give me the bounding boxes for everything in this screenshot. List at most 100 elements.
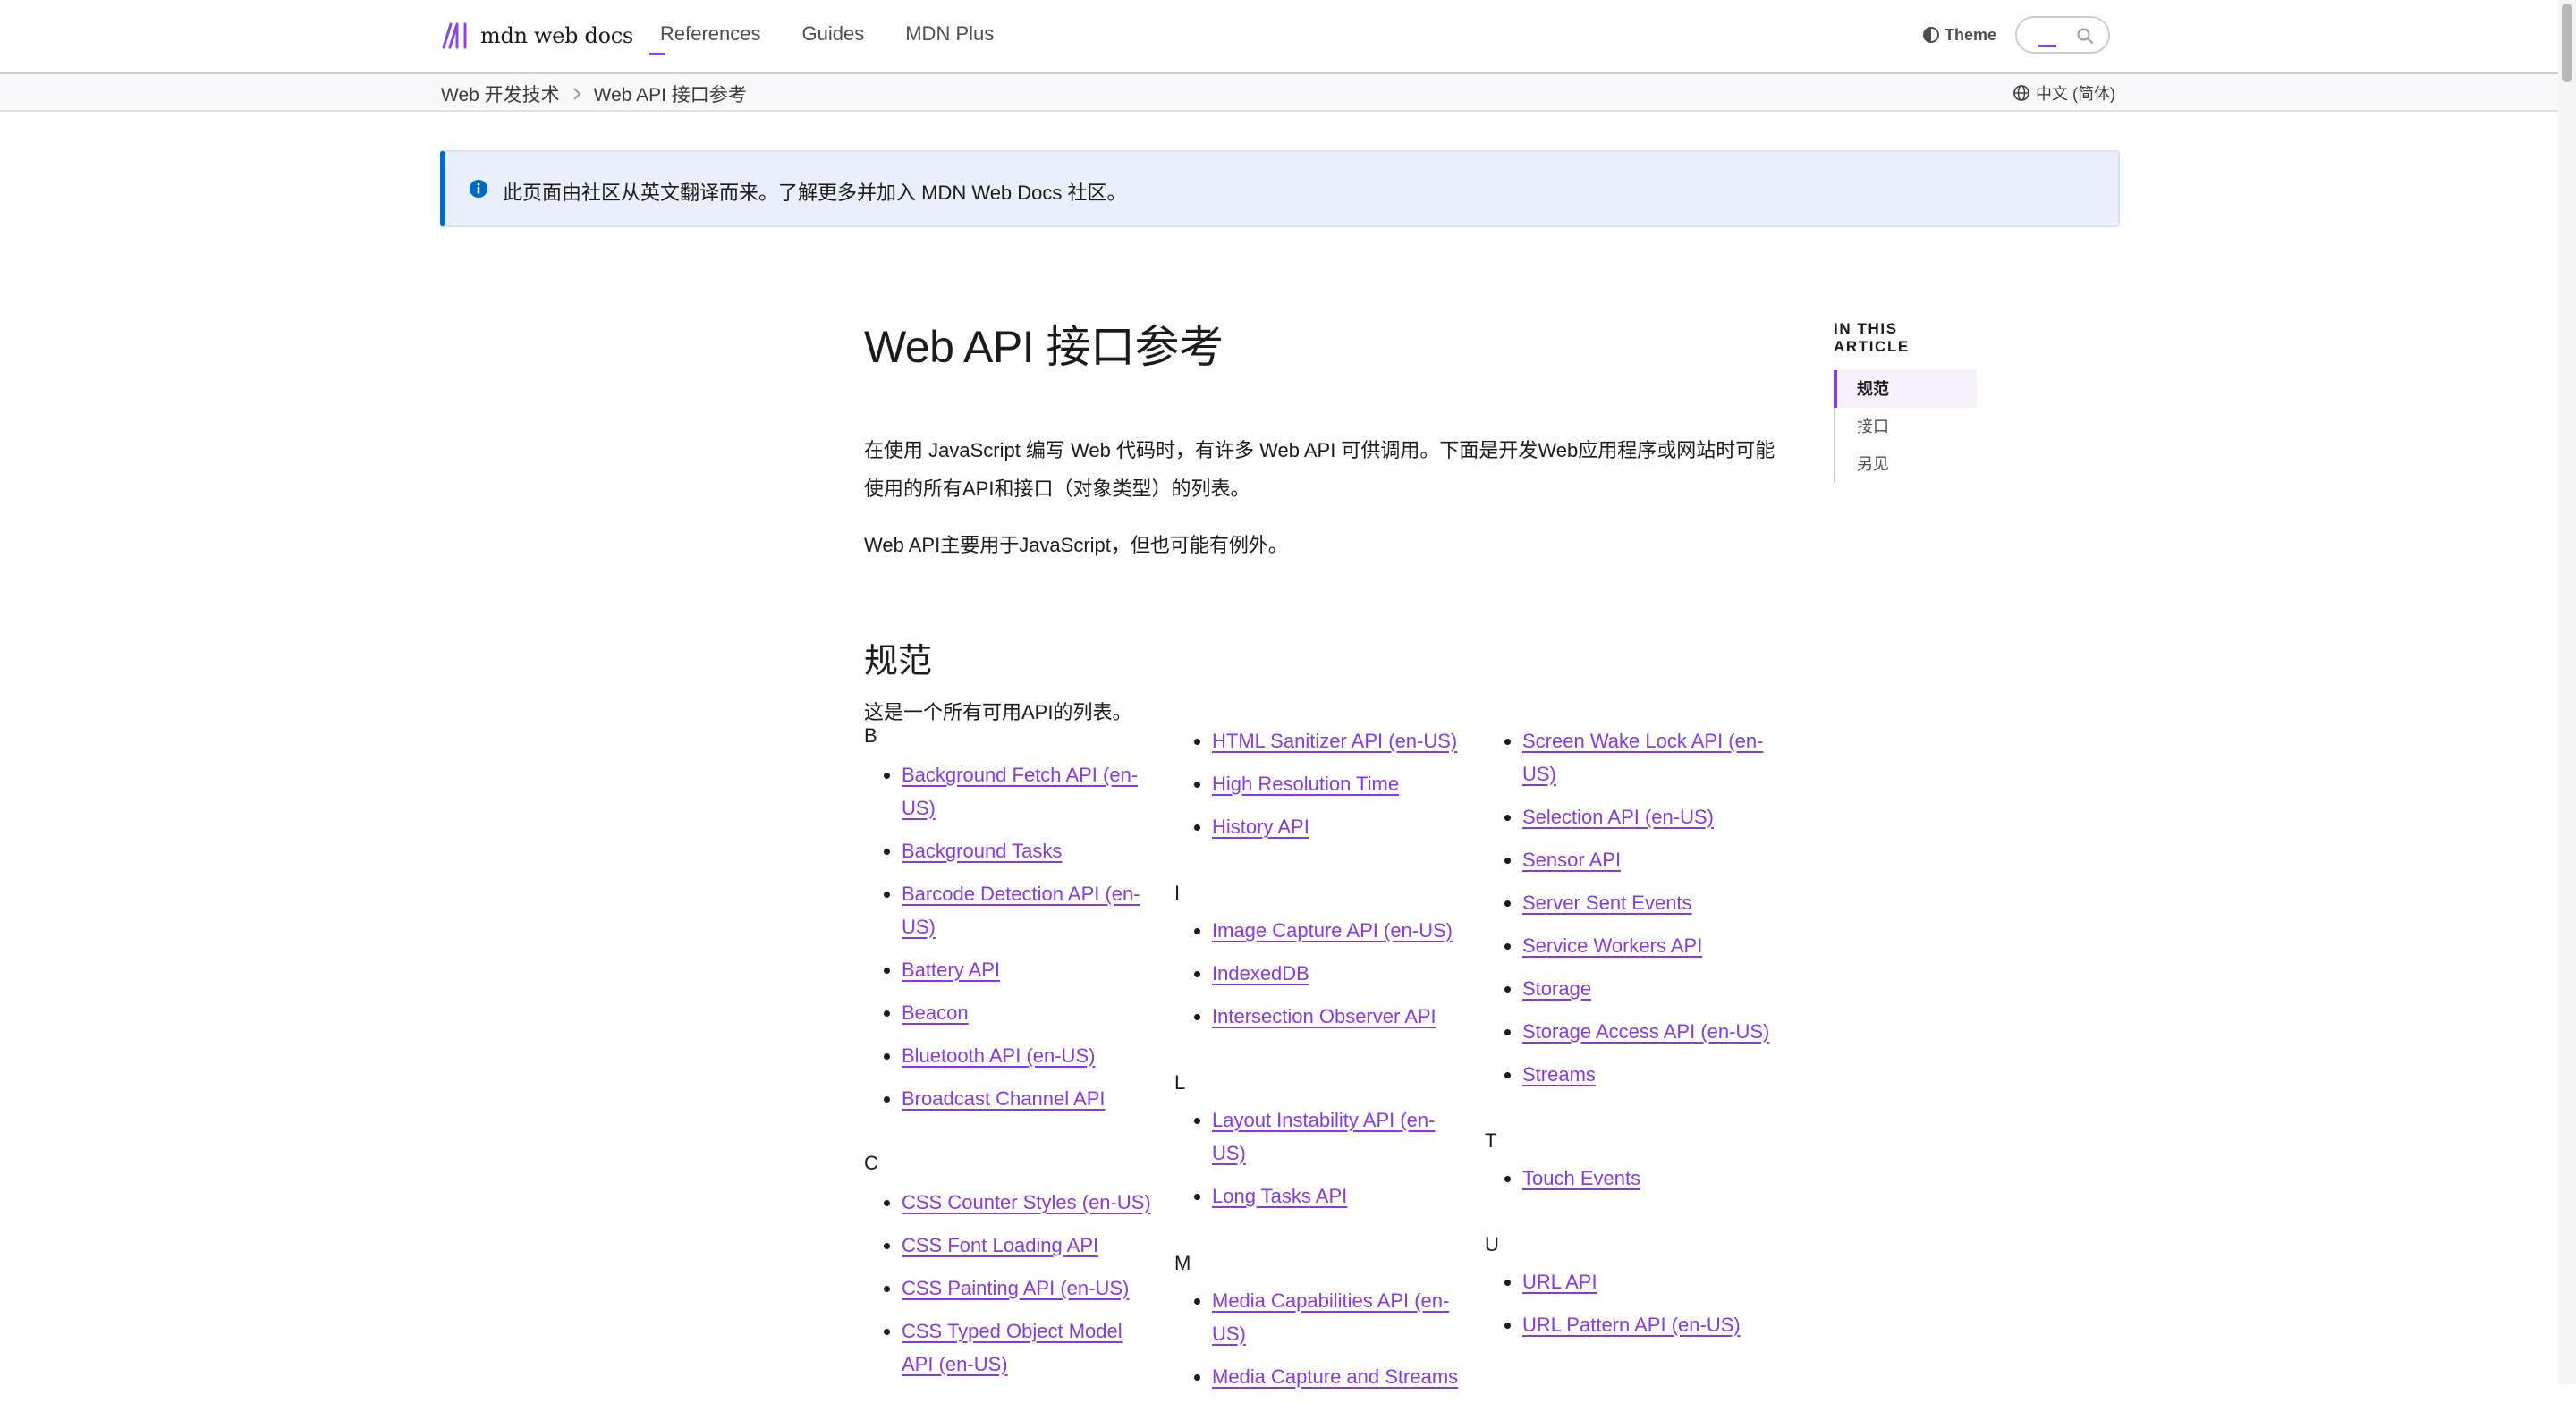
api-link[interactable]: Media Capture and Streams [1212,1365,1458,1388]
page-title: Web API 接口参考 [864,322,1224,372]
list-item: Barcode Detection API (en-US) [864,877,1152,943]
api-link[interactable]: Broadcast Channel API [902,1087,1105,1110]
search-icon[interactable] [2076,27,2094,45]
search-input[interactable] [2015,16,2110,54]
api-link[interactable]: High Resolution Time [1212,773,1399,795]
menu-guides[interactable]: Guides [802,18,865,50]
list-item: Streams [1485,1058,1773,1091]
api-link[interactable]: Layout Instability API (en-US) [1212,1109,1435,1164]
api-link[interactable]: Background Tasks [902,840,1062,862]
intro-paragraph-note: Web API主要用于JavaScript，但也可能有例外。 [864,534,1288,556]
logo-underscore [648,53,665,55]
list-item: Media Capture and Streams [1174,1360,1462,1393]
api-link[interactable]: Streams [1522,1063,1596,1086]
globe-icon [2013,85,2029,101]
list-item: History API [1174,810,1462,843]
list-item: Screen Wake Lock API (en-US) [1485,724,1773,790]
list-item: Service Workers API [1485,929,1773,962]
language-switcher[interactable]: 中文 (简体) [2012,81,2115,105]
api-link[interactable]: Touch Events [1522,1167,1640,1189]
api-link[interactable]: Background Fetch API (en-US) [902,764,1138,819]
api-link[interactable]: Intersection Observer API [1212,1005,1436,1027]
list-item: IndexedDB [1174,957,1462,990]
chevron-right-icon [572,88,581,100]
list-item: Long Tasks API [1174,1179,1462,1213]
api-list-m: Media Capabilities API (en-US) Media Cap… [1174,1284,1462,1403]
list-item: Storage Access API (en-US) [1485,1015,1773,1048]
toc-item-specs[interactable]: 规范 [1834,370,1977,408]
api-link[interactable]: Image Capture API (en-US) [1212,919,1453,942]
menu-mdn-plus[interactable]: MDN Plus [905,18,994,50]
api-list-h: HTML Sanitizer API (en-US) High Resoluti… [1174,724,1462,853]
api-list-b: Background Fetch API (en-US) Background … [864,758,1152,1125]
list-item: Beacon [864,996,1152,1029]
list-item: Sensor API [1485,843,1773,876]
list-item: Background Tasks [864,834,1152,867]
toc-title: IN THIS ARTICLE [1834,320,1910,355]
api-link[interactable]: Selection API (en-US) [1522,806,1714,828]
api-list-u: URL API URL Pattern API (en-US) [1485,1265,1773,1351]
api-link[interactable]: Service Workers API [1522,934,1702,957]
breadcrumb-item-web-api[interactable]: Web API 接口参考 [594,80,747,107]
list-item: Server Sent Events [1485,886,1773,919]
api-list-s: Screen Wake Lock API (en-US) Selection A… [1485,724,1773,1101]
api-link[interactable]: Bluetooth API (en-US) [902,1044,1095,1067]
api-link[interactable]: History API [1212,816,1309,838]
breadcrumb-bar: Web 开发技术 Web API 接口参考 中文 (简体) [0,74,2558,112]
article-header: Web API 接口参考 [864,311,1785,383]
translation-notice: 此页面由社区从英文翻译而来。了解更多并加入 MDN Web Docs 社区。 [440,150,2120,227]
index-letter-m: M [1174,1252,1191,1274]
api-link[interactable]: CSS Font Loading API [902,1234,1098,1256]
mdn-logo[interactable]: mdn web docs [441,20,665,55]
list-item: Bluetooth API (en-US) [864,1039,1152,1072]
api-link[interactable]: URL Pattern API (en-US) [1522,1314,1741,1336]
list-item: Storage [1485,972,1773,1005]
list-item: Image Capture API (en-US) [1174,914,1462,947]
list-item: CSS Counter Styles (en-US) [864,1186,1152,1219]
toc-item-interfaces[interactable]: 接口 [1835,408,1977,445]
index-letter-t: T [1485,1129,1497,1152]
api-link[interactable]: Long Tasks API [1212,1185,1347,1207]
api-list-t: Touch Events [1485,1162,1773,1204]
list-item: URL Pattern API (en-US) [1485,1308,1773,1341]
api-link[interactable]: CSS Counter Styles (en-US) [902,1191,1151,1213]
menu-references[interactable]: References [660,18,761,50]
api-link[interactable]: Battery API [902,959,1000,981]
mdn-m-icon [442,22,467,49]
theme-button[interactable]: Theme [1923,20,1996,50]
notice-text: 此页面由社区从英文翻译而来。了解更多并加入 MDN Web Docs 社区。 [503,182,1127,204]
api-link[interactable]: Sensor API [1522,849,1621,871]
api-link[interactable]: HTML Sanitizer API (en-US) [1212,730,1457,752]
theme-label: Theme [1945,25,1997,44]
index-letter-i: I [1174,882,1181,904]
api-link[interactable]: Server Sent Events [1522,892,1692,914]
list-item: URL API [1485,1265,1773,1298]
api-link[interactable]: URL API [1522,1271,1597,1293]
api-link[interactable]: Beacon [902,1002,969,1024]
api-link[interactable]: CSS Painting API (en-US) [902,1277,1129,1299]
toc-list: 规范 接口 另见 [1834,370,1977,483]
list-item: Layout Instability API (en-US) [1174,1103,1462,1170]
api-link[interactable]: Screen Wake Lock API (en-US) [1522,730,1763,785]
api-link[interactable]: Media Capabilities API (en-US) [1212,1289,1449,1345]
api-link[interactable]: CSS Typed Object Model API (en-US) [902,1320,1123,1375]
api-list-i: Image Capture API (en-US) IndexedDB Inte… [1174,914,1462,1043]
intro-paragraph: 在使用 JavaScript 编写 Web 代码时，有许多 Web API 可供… [864,439,1775,500]
list-item: High Resolution Time [1174,767,1462,800]
api-link[interactable]: Storage Access API (en-US) [1522,1020,1769,1043]
api-link[interactable]: IndexedDB [1212,962,1309,985]
api-list-c: CSS Counter Styles (en-US) CSS Font Load… [864,1186,1152,1390]
page-scrollbar[interactable] [2558,0,2576,1384]
main-menu: References Guides MDN Plus [660,18,994,50]
scrollbar-thumb[interactable] [2562,4,2572,82]
list-item: HTML Sanitizer API (en-US) [1174,724,1462,757]
api-link[interactable]: Storage [1522,977,1591,1000]
list-item: Selection API (en-US) [1485,800,1773,833]
list-item: Broadcast Channel API [864,1082,1152,1115]
breadcrumb: Web 开发技术 Web API 接口参考 [441,80,747,107]
search-cursor [2038,45,2056,47]
toc-item-see-also[interactable]: 另见 [1835,445,1977,483]
api-link[interactable]: Barcode Detection API (en-US) [902,883,1140,938]
breadcrumb-item-web-tech[interactable]: Web 开发技术 [441,80,560,107]
list-item: Intersection Observer API [1174,1000,1462,1033]
